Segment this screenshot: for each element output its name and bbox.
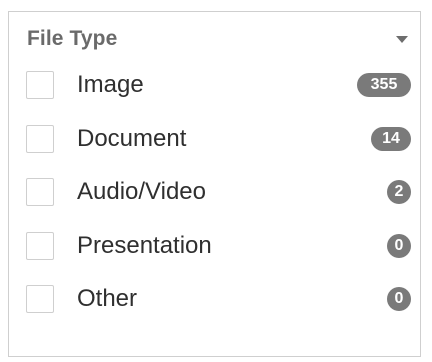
option-label: Document: [77, 124, 187, 152]
filter-option-image[interactable]: Image 355: [26, 70, 411, 100]
filter-option-document[interactable]: Document 14: [26, 124, 411, 154]
filter-header[interactable]: File Type: [27, 26, 410, 52]
checkbox[interactable]: [26, 285, 54, 313]
filter-option-audio-video[interactable]: Audio/Video 2: [26, 177, 411, 207]
filter-option-presentation[interactable]: Presentation 0: [26, 231, 411, 261]
count-badge: 14: [371, 126, 411, 151]
option-label: Other: [77, 285, 138, 312]
chevron-down-icon: [396, 35, 408, 43]
filter-title: File Type: [27, 27, 118, 50]
collapse-toggle[interactable]: [394, 33, 410, 45]
count-badge: 0: [387, 287, 411, 311]
count-badge: 0: [387, 233, 411, 258]
checkbox[interactable]: [26, 124, 54, 153]
option-label: Image: [77, 71, 144, 98]
checkbox[interactable]: [26, 71, 54, 99]
count-badge: 355: [357, 73, 411, 97]
filter-option-other[interactable]: Other 0: [26, 284, 411, 314]
checkbox[interactable]: [26, 178, 54, 206]
checkbox[interactable]: [26, 231, 54, 260]
count-badge: 2: [387, 180, 411, 204]
option-label: Audio/Video: [77, 178, 206, 205]
file-type-list: Image 355 Document 14 Audio/Video 2 Pres…: [26, 70, 411, 338]
option-label: Presentation: [77, 231, 212, 259]
